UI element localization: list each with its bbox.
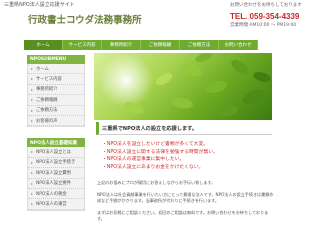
sidebar-item-howto[interactable]: ご依頼方法 (28, 106, 84, 116)
nav-item-home[interactable]: ホーム (24, 40, 63, 50)
nav-item-about[interactable]: 事務所紹介 (102, 40, 141, 50)
concern-list: ・NPO法人を設立したいけど書類が多くて大変。 ・NPO法人設立に関する法律を勉… (102, 141, 272, 171)
main-heading: 三重県でNPO法人の設立を応援します。 (96, 122, 272, 135)
sidebar-item-npo-requirements[interactable]: NPO法人設立要件 (28, 179, 84, 189)
body-paragraph: 上記のお悩みにプロが親切にお答えしながらお手伝い致します。 (97, 180, 216, 185)
sidebar-item-npo-operation[interactable]: NPO法人の運営 (28, 199, 84, 210)
phone-number[interactable]: TEL. 059-354-4339 (230, 12, 320, 21)
leaves-illustration (124, 53, 271, 117)
nav-item-howto[interactable]: ご依頼方法 (180, 40, 219, 50)
sidebar-item-npo-what[interactable]: NPO法人設立とは (28, 147, 84, 158)
sidebar: NPOSUBMENU ホーム サービス内容 事務所紹介 ご依頼報酬 ご依頼方法 … (27, 55, 85, 211)
nav-item-services[interactable]: サービス内容 (63, 40, 102, 50)
body-paragraph: NPO法人は社会貢献事業を行いたい方にとって最適な法人です。NPO法人の設立手続… (97, 191, 274, 204)
sidebar-npo-menu: NPO法人設立とは NPO法人設立手続き NPO法人設立費用 NPO法人設立要件… (27, 147, 85, 211)
concern-item: ・NPO法人の運営事業に集中したい。 (102, 157, 185, 163)
body-paragraph: まずはお気軽にご相談ください。初回のご相談は無料です。お問い合わせをお待ちしてお… (97, 209, 269, 222)
sidebar-menu-heading: NPOSUBMENU (27, 55, 85, 64)
contact-note: お問い合わせをお待ちしております (230, 3, 302, 8)
concern-item: ・NPO法人設立に関する法律を勉強する時間が無い。 (102, 149, 218, 155)
sidebar-item-voices[interactable]: お客様の声 (28, 116, 84, 127)
sidebar-item-npo-cost[interactable]: NPO法人設立費用 (28, 168, 84, 179)
sidebar-npo-heading: NPO法人設立基礎知識 (27, 138, 85, 148)
business-hours: 営業時間 AM10:00 ～ PM19:00 (230, 23, 297, 28)
sidebar-item-fees[interactable]: ご依頼報酬 (28, 95, 84, 106)
site-tagline: 三重県NPO法人設立応援サイト (4, 2, 75, 8)
contact-box: お問い合わせをお待ちしております TEL. 059-354-4339 営業時間 … (230, 3, 320, 28)
nav-item-fees[interactable]: ご依頼報酬 (141, 40, 180, 50)
sidebar-item-npo-tax[interactable]: NPO法人の税金 (28, 189, 84, 200)
sidebar-item-services[interactable]: サービス内容 (28, 74, 84, 85)
global-nav: ホーム サービス内容 事務所紹介 ご依頼報酬 ご依頼方法 お問い合わせ (24, 40, 258, 50)
body-text: 上記のお悩みにプロが親切にお答えしながらお手伝い致します。 NPO法人は社会貢献… (97, 180, 275, 228)
concern-item: ・NPO法人を設立したいけど書類が多くて大変。 (102, 142, 209, 147)
sidebar-item-home[interactable]: ホーム (28, 64, 84, 75)
sidebar-menu: ホーム サービス内容 事務所紹介 ご依頼報酬 ご依頼方法 お客様の声 (27, 64, 85, 128)
sidebar-item-about[interactable]: 事務所紹介 (28, 85, 84, 96)
site-logo[interactable]: 行政書士コウダ法務事務所 (28, 12, 142, 26)
hero-image (94, 53, 272, 120)
concern-item: ・NPO法人設立にあまりお金をかけたくない。 (102, 164, 204, 170)
sidebar-item-npo-procedure[interactable]: NPO法人設立手続き (28, 158, 84, 169)
nav-item-contact[interactable]: お問い合わせ (219, 40, 258, 50)
